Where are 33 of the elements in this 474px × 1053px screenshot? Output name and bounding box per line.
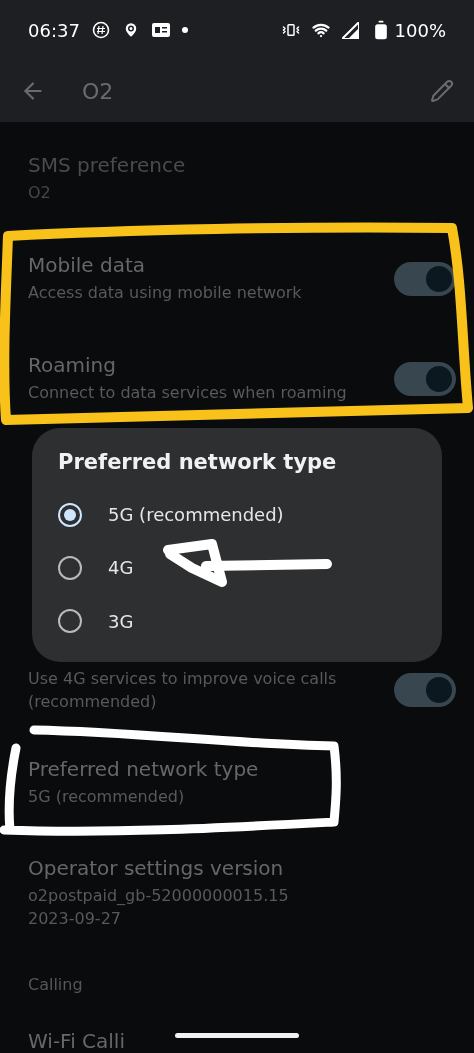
setting-title: Preferred network type: [28, 756, 259, 781]
setting-title: Wi-Fi Calli: [28, 1028, 125, 1053]
signal-icon: [341, 21, 359, 39]
edit-button[interactable]: [430, 79, 454, 103]
screen-title: O2: [82, 78, 114, 104]
status-time: 06:37: [28, 19, 80, 41]
battery-level: 100%: [394, 19, 446, 41]
dot-icon: [181, 27, 188, 33]
option-label[interactable]: 5G (recommended): [108, 504, 284, 526]
home-handle[interactable]: [175, 1033, 299, 1038]
setting-summary: Use 4G services to improve voice calls (recommended): [28, 668, 338, 713]
dialog-title: Preferred network type: [58, 450, 338, 474]
setting-title: SMS preference: [28, 152, 186, 177]
setting-summary: Access data using mobile network: [28, 282, 302, 304]
vibrate-icon: [281, 21, 300, 39]
option-label[interactable]: 4G: [108, 557, 134, 579]
toggle-switch[interactable]: [394, 673, 456, 707]
toggle-switch[interactable]: [394, 361, 456, 396]
radio-button[interactable]: [58, 609, 82, 634]
setting-summary: o2postpaid_gb-52000000015.15 2023-09-27: [28, 885, 289, 930]
setting-title: Mobile data: [28, 253, 145, 277]
toggle-switch[interactable]: [394, 261, 456, 296]
section-header: Calling: [28, 974, 83, 994]
hash-icon: [91, 21, 110, 39]
card-icon: [151, 23, 170, 37]
setting-title: Roaming: [28, 353, 116, 377]
radio-button[interactable]: [58, 556, 82, 580]
wifi-icon: [311, 21, 330, 39]
setting-summary: Connect to data services when roaming: [28, 382, 347, 404]
option-label[interactable]: 3G: [108, 610, 134, 632]
setting-summary: 5G (recommended): [28, 785, 185, 808]
setting-summary: O2: [28, 181, 51, 204]
setting-title: Operator settings version: [28, 856, 284, 880]
